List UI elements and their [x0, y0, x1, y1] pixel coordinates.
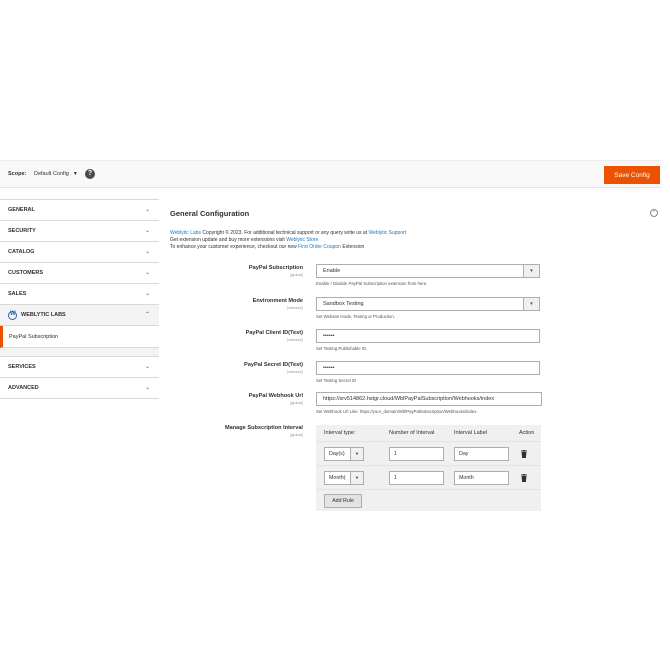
chevron-down-icon[interactable]: ▼ — [523, 298, 539, 310]
interval-label-input[interactable]: Month — [454, 471, 509, 485]
field-label-text: PayPal Webhook Url — [248, 393, 303, 399]
sidebar-item-advanced[interactable]: ADVANCED ⌄ — [0, 377, 159, 399]
field-scope: [global] — [290, 272, 303, 277]
weblytic-labs-link[interactable]: Weblytic Labs — [170, 230, 201, 236]
intro-line-3-end: Extension — [340, 244, 365, 250]
select-value: Sandbox Testing — [323, 301, 364, 307]
sidebar-item-label: SALES — [8, 291, 27, 297]
column-header-number: Number of Interval — [389, 430, 435, 436]
sidebar-subitem-paypal-subscription[interactable]: PayPal Subscription — [0, 326, 159, 348]
chevron-down-icon: ⌄ — [144, 291, 150, 297]
table-row: Day(s) ▼ 1 Day — [316, 441, 541, 465]
chevron-down-icon[interactable]: ▼ — [350, 448, 363, 460]
chevron-down-icon: ⌄ — [144, 364, 150, 370]
sidebar-item-customers[interactable]: CUSTOMERS ⌄ — [0, 262, 159, 284]
sidebar-item-catalog[interactable]: CATALOG ⌄ — [0, 241, 159, 263]
interval-label-input[interactable]: Day — [454, 447, 509, 461]
sidebar-item-label: ADVANCED — [8, 385, 39, 391]
field-note: Set Webhook Url Like: https://your_domai… — [316, 409, 478, 414]
intro-text: Weblytic Labs Copyright © 2023. For addi… — [170, 230, 570, 251]
field-scope: [website] — [287, 337, 303, 342]
collapse-icon[interactable]: ⌃ — [650, 209, 658, 217]
field-label-text: Environment Mode — [252, 298, 303, 304]
field-scope: [website] — [287, 369, 303, 374]
sidebar-item-security[interactable]: SECURITY ⌄ — [0, 220, 159, 242]
field-scope: [website] — [287, 305, 303, 310]
select-value: Day(s) — [329, 451, 345, 457]
field-scope: [global] — [290, 432, 303, 437]
chevron-down-icon[interactable]: ▼ — [523, 265, 539, 277]
chevron-down-icon: ⌄ — [144, 249, 150, 255]
intro-line-1: Copyright © 2023. For additional technic… — [201, 230, 369, 236]
secret-id-input[interactable]: •••••• — [316, 361, 540, 375]
trash-icon[interactable] — [521, 450, 527, 458]
select-value: Enable — [323, 268, 341, 274]
client-id-input[interactable]: •••••• — [316, 329, 540, 343]
select-value: Month( — [329, 475, 346, 481]
sidebar-item-label: CATALOG — [8, 249, 35, 255]
field-note: Set Testing Secret ID — [316, 378, 357, 383]
interval-table: Interval type: Number of Interval Interv… — [316, 425, 541, 511]
interval-type-select[interactable]: Day(s) ▼ — [324, 447, 364, 461]
interval-type-select[interactable]: Month( ▼ — [324, 471, 364, 485]
scope-label: Scope: — [8, 171, 27, 177]
first-order-coupon-link[interactable]: First Order Coupon — [298, 244, 341, 250]
add-rule-button[interactable]: Add Rule — [324, 494, 362, 508]
sidebar-item-services[interactable]: SERVICES ⌄ — [0, 356, 159, 378]
field-label-text: Manage Subscription Interval — [224, 425, 303, 431]
chevron-down-icon: ⌄ — [144, 385, 150, 391]
field-label-text: PayPal Subscription — [248, 265, 303, 271]
trash-icon[interactable] — [521, 474, 527, 482]
scope-switcher[interactable]: Default Config ▼ — [34, 171, 78, 177]
column-header-action: Action — [519, 430, 535, 436]
field-label: Manage Subscription Interval [global] — [163, 425, 303, 437]
field-label-text: PayPal Client ID(Test) — [245, 330, 303, 336]
field-note: Enable / Disable PayPal Subscription ext… — [316, 281, 428, 286]
interval-number-input[interactable]: 1 — [389, 447, 444, 461]
chevron-down-icon: ⌄ — [144, 228, 150, 234]
save-config-button[interactable]: Save Config — [604, 166, 660, 184]
sidebar-item-label: GENERAL — [8, 207, 35, 213]
field-label: PayPal Secret ID(Test) [website] — [163, 362, 303, 374]
weblytic-logo-icon: W — [8, 310, 17, 320]
environment-mode-select[interactable]: Sandbox Testing ▼ — [316, 297, 540, 311]
intro-line-3: To enhance your customer experience, che… — [170, 244, 299, 250]
config-sidebar: GENERAL ⌄ SECURITY ⌄ CATALOG ⌄ CUSTOMERS ⌄ S… — [0, 199, 159, 399]
chevron-down-icon: ⌄ — [144, 270, 150, 276]
table-header: Interval type: Number of Interval Interv… — [316, 425, 541, 441]
sidebar-item-weblytic-labs[interactable]: W WEBLYTIC LABS ⌃ — [0, 304, 159, 326]
table-footer: Add Rule — [316, 489, 541, 511]
sidebar-item-general[interactable]: GENERAL ⌄ — [0, 199, 159, 221]
webhook-url-input[interactable]: https://srv514862.hstgr.cloud/WblPayPalS… — [316, 392, 542, 406]
interval-number-input[interactable]: 1 — [389, 471, 444, 485]
chevron-down-icon[interactable]: ▼ — [350, 472, 363, 484]
field-label: PayPal Client ID(Test) [website] — [163, 330, 303, 342]
scope-bar: Scope: Default Config ▼ ? Save Config — [0, 160, 661, 188]
caret-down-icon[interactable]: ▼ — [73, 171, 78, 177]
intro-line-2: Get extension update and buy more extens… — [170, 237, 287, 243]
field-label: PayPal Subscription [global] — [163, 265, 303, 277]
sidebar-item-label: SERVICES — [8, 364, 36, 370]
field-note: Set Website mode, Testing or Production. — [316, 314, 395, 319]
chevron-up-icon: ⌃ — [144, 312, 150, 318]
field-label: PayPal Webhook Url [global] — [163, 393, 303, 405]
sidebar-item-label: SECURITY — [8, 228, 36, 234]
weblytic-support-link[interactable]: Weblytic Support — [368, 230, 406, 236]
chevron-down-icon: ⌄ — [144, 207, 150, 213]
column-header-label: Interval Label — [454, 430, 488, 436]
field-label: Environment Mode [website] — [163, 298, 303, 310]
help-icon[interactable]: ? — [85, 169, 95, 179]
table-row: Month( ▼ 1 Month — [316, 465, 541, 489]
sidebar-item-label: CUSTOMERS — [8, 270, 44, 276]
field-note: Set Testing Publishable ID. — [316, 346, 368, 351]
field-scope: [global] — [290, 400, 303, 405]
column-header-type: Interval type: — [324, 430, 356, 436]
section-title[interactable]: General Configuration — [170, 209, 249, 218]
sidebar-item-sales[interactable]: SALES ⌄ — [0, 283, 159, 305]
scope-value[interactable]: Default Config — [34, 171, 69, 177]
sidebar-item-label: WEBLYTIC LABS — [21, 312, 66, 318]
paypal-subscription-select[interactable]: Enable ▼ — [316, 264, 540, 278]
field-label-text: PayPal Secret ID(Test) — [244, 362, 303, 368]
weblytic-store-link[interactable]: Weblytic Store — [286, 237, 318, 243]
